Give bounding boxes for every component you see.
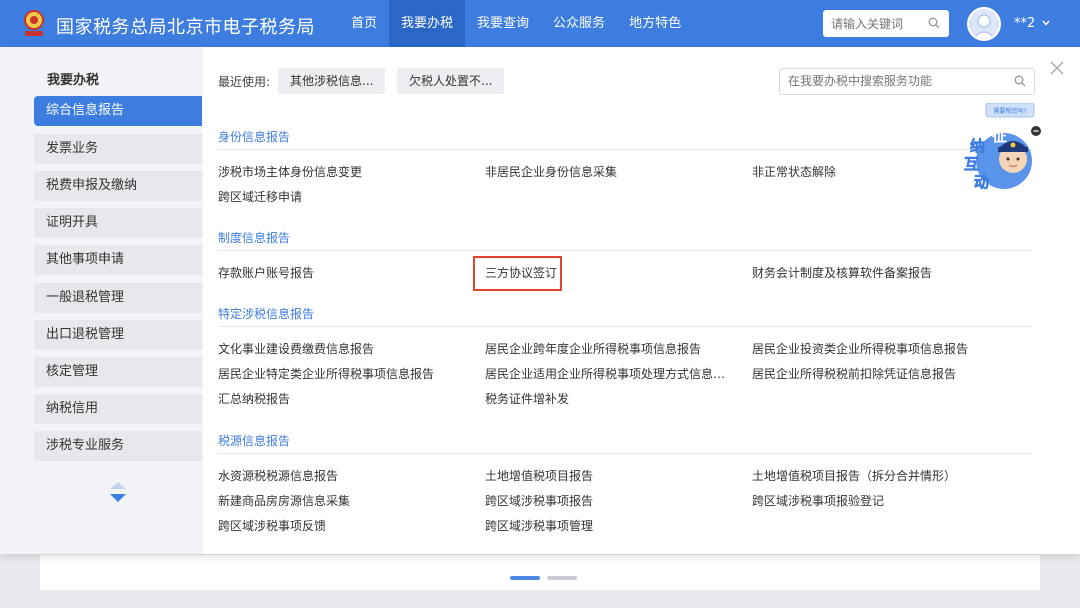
- scroll-up-icon: [110, 482, 126, 489]
- sidebar-item-other-applications[interactable]: 其他事项申请: [34, 245, 202, 275]
- sidebar-item-comprehensive-report[interactable]: 综合信息报告: [34, 96, 202, 126]
- recent-item-tax-arrears[interactable]: 欠税人处置不...: [397, 68, 505, 94]
- link-nonresident-identity[interactable]: 非居民企业身份信息采集: [485, 163, 617, 180]
- service-search-box: [779, 68, 1035, 95]
- header-search-box: [823, 10, 949, 37]
- link-land-vat-project-split[interactable]: 土地增值税项目报告（拆分合并情形）: [752, 467, 956, 484]
- carousel-dot-active[interactable]: [510, 576, 540, 580]
- section-divider: [218, 149, 1033, 150]
- tax-bureau-logo-icon: [24, 10, 44, 36]
- link-cross-region-feedback[interactable]: 跨区域涉税事项反馈: [218, 517, 326, 534]
- service-content: 最近使用: 其他涉税信息... 欠税人处置不... 身份信息报告 涉税市场主体身…: [203, 47, 1080, 554]
- carousel-dot[interactable]: [547, 576, 577, 580]
- link-bank-account-report[interactable]: 存款账户账号报告: [218, 264, 314, 281]
- section-title-tax-source: 税源信息报告: [218, 434, 291, 448]
- nav-tax-handling[interactable]: 我要办税: [389, 0, 466, 47]
- sidebar-item-certificate[interactable]: 证明开具: [34, 208, 202, 238]
- service-search-input[interactable]: [788, 74, 1008, 88]
- link-identity-change[interactable]: 涉税市场主体身份信息变更: [218, 163, 362, 180]
- search-icon[interactable]: [928, 17, 940, 29]
- link-investment-income-tax[interactable]: 居民企业投资类企业所得税事项信息报告: [752, 340, 968, 357]
- sidebar-item-declaration-payment[interactable]: 税费申报及缴纳: [34, 171, 202, 201]
- link-new-housing-info[interactable]: 新建商品房房源信息采集: [218, 492, 350, 509]
- link-water-resource-tax[interactable]: 水资源税税源信息报告: [218, 467, 338, 484]
- main-nav: 首页 我要办税 我要查询 公众服务 地方特色: [339, 0, 693, 47]
- recent-label: 最近使用:: [218, 75, 271, 89]
- sidebar-scroll-arrows[interactable]: [109, 481, 127, 505]
- sidebar-item-invoice[interactable]: 发票业务: [34, 134, 202, 164]
- nav-local-features[interactable]: 地方特色: [617, 0, 693, 47]
- search-icon[interactable]: [1014, 75, 1026, 87]
- nav-query[interactable]: 我要查询: [465, 0, 541, 47]
- user-icon: [972, 14, 996, 39]
- mascot-char-2: 纳: [970, 137, 985, 155]
- link-certificate-reissue[interactable]: 税务证件增补发: [485, 390, 569, 407]
- recent-item-other-tax-info[interactable]: 其他涉税信息...: [278, 68, 386, 94]
- link-specific-income-tax[interactable]: 居民企业特定类企业所得税事项信息报告: [218, 365, 434, 382]
- highlight-annotation-box: [473, 256, 562, 291]
- chevron-down-icon[interactable]: [1041, 18, 1051, 28]
- site-title: 国家税务总局北京市电子税务局: [56, 17, 315, 38]
- link-consolidated-tax-report[interactable]: 汇总纳税报告: [218, 390, 290, 407]
- header-search-input[interactable]: [831, 16, 927, 31]
- link-cross-year-income-tax[interactable]: 居民企业跨年度企业所得税事项信息报告: [485, 340, 701, 357]
- section-title-system: 制度信息报告: [218, 231, 291, 245]
- category-sidebar: 我要办税 综合信息报告 发票业务 税费申报及缴纳 证明开具 其他事项申请 一般退…: [0, 47, 203, 554]
- sidebar-item-tax-credit[interactable]: 纳税信用: [34, 394, 202, 424]
- user-avatar[interactable]: [967, 7, 1001, 41]
- link-cultural-fee-report[interactable]: 文化事业建设费缴费信息报告: [218, 340, 374, 357]
- mascot-char-4: 动: [974, 173, 989, 191]
- mascot-char-3: 互: [964, 155, 979, 173]
- sidebar-item-assessment[interactable]: 核定管理: [34, 357, 202, 387]
- link-cross-region-report[interactable]: 跨区域涉税事项报告: [485, 492, 593, 509]
- section-title-identity: 身份信息报告: [218, 130, 291, 144]
- background-card: [40, 555, 1040, 590]
- section-divider: [218, 250, 1033, 251]
- section-divider: [218, 453, 1033, 454]
- username[interactable]: **2: [1014, 16, 1035, 31]
- nav-public-service[interactable]: 公众服务: [541, 0, 617, 47]
- link-pretax-deduction-voucher[interactable]: 居民企业所得税税前扣除凭证信息报告: [752, 365, 956, 382]
- mascot-char-1: 征: [992, 127, 1007, 145]
- tax-handling-panel: 我要办税 综合信息报告 发票业务 税费申报及缴纳 证明开具 其他事项申请 一般退…: [0, 47, 1080, 554]
- section-title-specific-tax: 特定涉税信息报告: [218, 307, 315, 321]
- sidebar-item-general-refund[interactable]: 一般退税管理: [34, 283, 202, 313]
- nav-home[interactable]: 首页: [339, 0, 389, 47]
- sidebar-item-export-refund[interactable]: 出口退税管理: [34, 320, 202, 350]
- top-header: 国家税务总局北京市电子税务局 首页 我要办税 我要查询 公众服务 地方特色 **…: [0, 0, 1080, 47]
- interaction-mascot-widget[interactable]: 需要帮您吗? 征 纳 互 动: [958, 102, 1042, 195]
- link-land-vat-project[interactable]: 土地增值税项目报告: [485, 467, 593, 484]
- mascot-bubble-text: 需要帮您吗?: [993, 107, 1026, 115]
- link-income-tax-method[interactable]: 居民企业适用企业所得税事项处理方式信息报...: [485, 365, 735, 382]
- mascot-icon: 需要帮您吗? 征 纳 互 动: [964, 102, 1041, 191]
- link-cross-region-migration[interactable]: 跨区域迁移申请: [218, 188, 302, 205]
- sidebar-item-professional-service[interactable]: 涉税专业服务: [34, 431, 202, 461]
- link-accounting-system-filing[interactable]: 财务会计制度及核算软件备案报告: [752, 264, 932, 281]
- link-cross-region-management[interactable]: 跨区域涉税事项管理: [485, 517, 593, 534]
- section-divider: [218, 326, 1033, 327]
- scroll-down-icon: [110, 494, 126, 502]
- close-icon[interactable]: [1050, 61, 1064, 75]
- sidebar-title: 我要办税: [47, 73, 100, 88]
- link-cross-region-registration[interactable]: 跨区域涉税事项报验登记: [752, 492, 884, 509]
- link-abnormal-status-release[interactable]: 非正常状态解除: [752, 163, 836, 180]
